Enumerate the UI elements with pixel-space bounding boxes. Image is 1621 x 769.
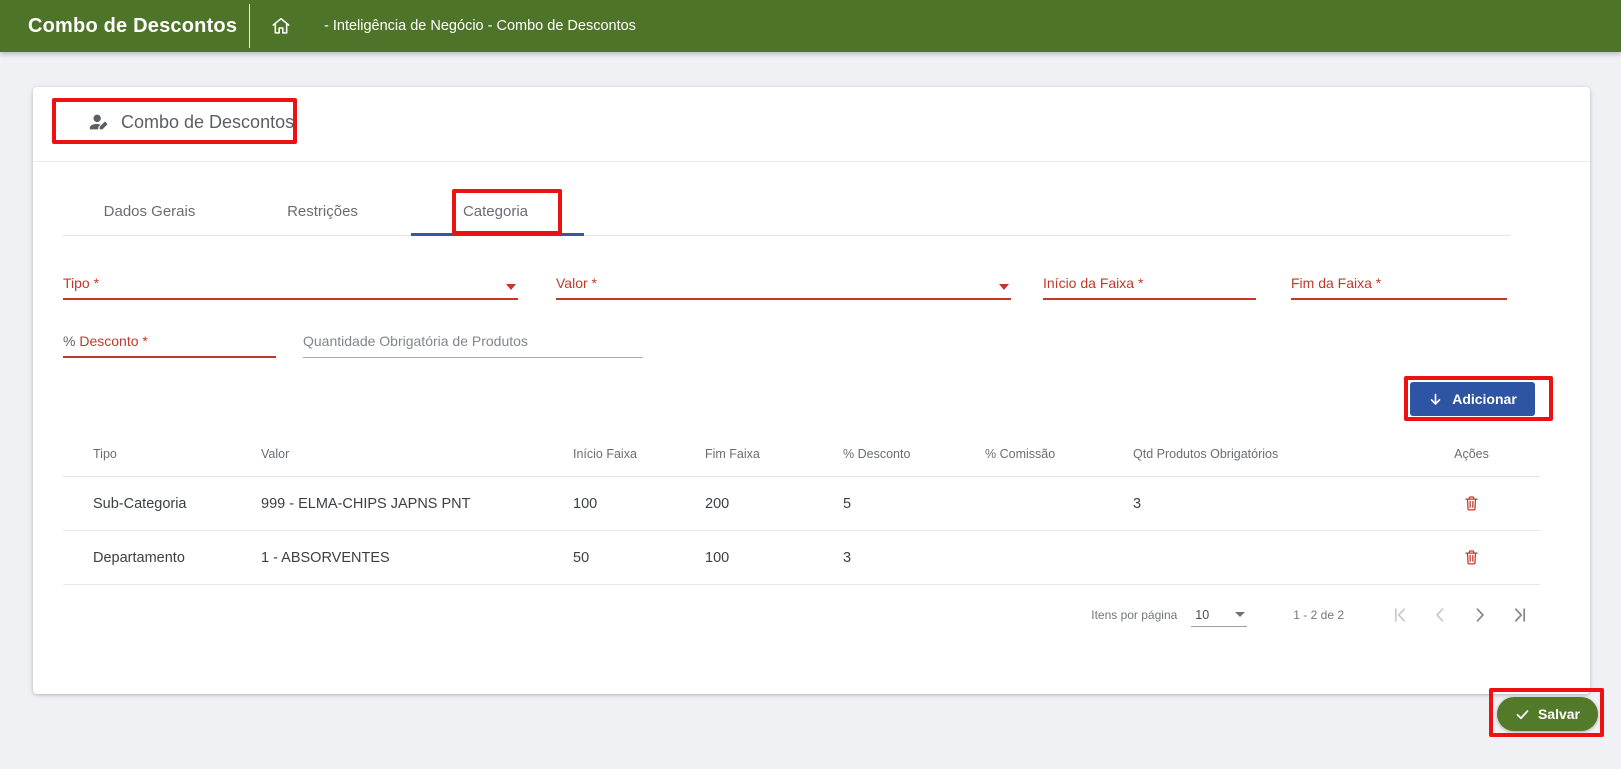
cell-valor: 1 - ABSORVENTES [261, 550, 573, 566]
quantidade-obrigatoria-input[interactable]: Quantidade Obrigatória de Produtos [303, 328, 643, 358]
home-icon[interactable] [270, 15, 292, 37]
tab-dados-gerais[interactable]: Dados Gerais [63, 187, 236, 235]
col-header-qtd-obrigatorios: Qtd Produtos Obrigatórios [1133, 447, 1433, 461]
card-title-row: Combo de Descontos [88, 103, 294, 141]
page-range-label: 1 - 2 de 2 [1293, 608, 1344, 622]
cell-tipo: Sub-Categoria [93, 496, 261, 512]
salvar-button-label: Salvar [1538, 706, 1580, 722]
items-per-page-label: Itens por página [1091, 608, 1177, 622]
tipo-select-label: Tipo * [63, 270, 518, 296]
delete-row-button[interactable] [1462, 494, 1481, 513]
header-divider [249, 4, 250, 48]
arrow-down-icon [1428, 392, 1443, 407]
table-row: Sub-Categoria 999 - ELMA-CHIPS JAPNS PNT… [63, 477, 1540, 531]
col-header-desconto: % Desconto [843, 447, 985, 461]
next-page-icon [1470, 605, 1490, 625]
dropdown-caret-icon [506, 284, 516, 290]
quantidade-underline [303, 357, 643, 358]
cell-fim-faixa: 200 [705, 496, 843, 512]
fim-faixa-input[interactable]: Fim da Faixa * [1291, 270, 1507, 300]
tipo-select[interactable]: Tipo * [63, 270, 518, 300]
fim-faixa-label: Fim da Faixa * [1291, 270, 1507, 296]
delete-icon [1462, 548, 1481, 567]
col-header-valor: Valor [261, 447, 573, 461]
prev-page-icon [1430, 605, 1450, 625]
col-header-fim-faixa: Fim Faixa [705, 447, 843, 461]
quantidade-obrigatoria-label: Quantidade Obrigatória de Produtos [303, 328, 643, 354]
active-tab-indicator [411, 233, 584, 236]
card-title: Combo de Descontos [121, 112, 294, 133]
fim-faixa-underline [1291, 298, 1507, 300]
percent-desconto-input[interactable]: % Desconto * [63, 328, 276, 358]
page-size-value: 10 [1195, 608, 1209, 622]
col-header-tipo: Tipo [93, 447, 261, 461]
dropdown-caret-icon [999, 284, 1009, 290]
salvar-button[interactable]: Salvar [1497, 697, 1598, 731]
cell-valor: 999 - ELMA-CHIPS JAPNS PNT [261, 496, 573, 512]
col-header-comissao: % Comissão [985, 447, 1133, 461]
last-page-button[interactable] [1500, 595, 1540, 635]
categorias-table: Tipo Valor Início Faixa Fim Faixa % Desc… [63, 432, 1540, 585]
inicio-faixa-input[interactable]: Início da Faixa * [1043, 270, 1256, 300]
desconto-required-text: Desconto * [79, 333, 147, 349]
last-page-icon [1510, 605, 1530, 625]
tab-restricoes[interactable]: Restrições [236, 187, 409, 235]
cell-fim-faixa: 100 [705, 550, 843, 566]
cell-inicio-faixa: 50 [573, 550, 705, 566]
person-edit-icon [88, 111, 110, 133]
percent-desconto-label: % Desconto * [63, 328, 276, 354]
cell-desconto: 3 [843, 550, 985, 566]
cell-desconto: 5 [843, 496, 985, 512]
check-icon [1515, 707, 1530, 722]
adicionar-button-label: Adicionar [1452, 391, 1517, 407]
inicio-faixa-underline [1043, 298, 1256, 300]
dropdown-caret-icon [1235, 612, 1245, 617]
tab-group: Dados Gerais Restrições Categoria [63, 187, 1510, 236]
cell-inicio-faixa: 100 [573, 496, 705, 512]
tab-categoria[interactable]: Categoria [409, 187, 582, 235]
tipo-underline [63, 298, 518, 300]
delete-row-button[interactable] [1462, 548, 1481, 567]
table-header-row: Tipo Valor Início Faixa Fim Faixa % Desc… [63, 432, 1540, 477]
percent-desconto-underline [63, 356, 276, 358]
app-title: Combo de Descontos [0, 15, 249, 38]
next-page-button[interactable] [1460, 595, 1500, 635]
col-header-acoes: Ações [1433, 447, 1510, 461]
valor-underline [556, 298, 1011, 300]
inicio-faixa-label: Início da Faixa * [1043, 270, 1256, 296]
top-header-bar: Combo de Descontos - Inteligência de Neg… [0, 0, 1621, 52]
percent-prefix: % [63, 333, 75, 349]
breadcrumb: - Inteligência de Negócio - Combo de Des… [324, 18, 636, 34]
cell-qtd-obrigatorios: 3 [1133, 496, 1433, 512]
combo-descontos-card: Combo de Descontos Dados Gerais Restriçõ… [33, 87, 1590, 694]
col-header-inicio-faixa: Início Faixa [573, 447, 705, 461]
paginator: Itens por página 10 1 - 2 de 2 [63, 595, 1540, 635]
page-size-select[interactable]: 10 [1191, 603, 1247, 627]
first-page-icon [1390, 605, 1410, 625]
adicionar-button[interactable]: Adicionar [1410, 382, 1535, 416]
valor-select-label: Valor * [556, 270, 1011, 296]
previous-page-button[interactable] [1420, 595, 1460, 635]
first-page-button[interactable] [1380, 595, 1420, 635]
table-row: Departamento 1 - ABSORVENTES 50 100 3 [63, 531, 1540, 585]
valor-select[interactable]: Valor * [556, 270, 1011, 300]
delete-icon [1462, 494, 1481, 513]
card-title-divider [33, 161, 1590, 162]
cell-tipo: Departamento [93, 550, 261, 566]
